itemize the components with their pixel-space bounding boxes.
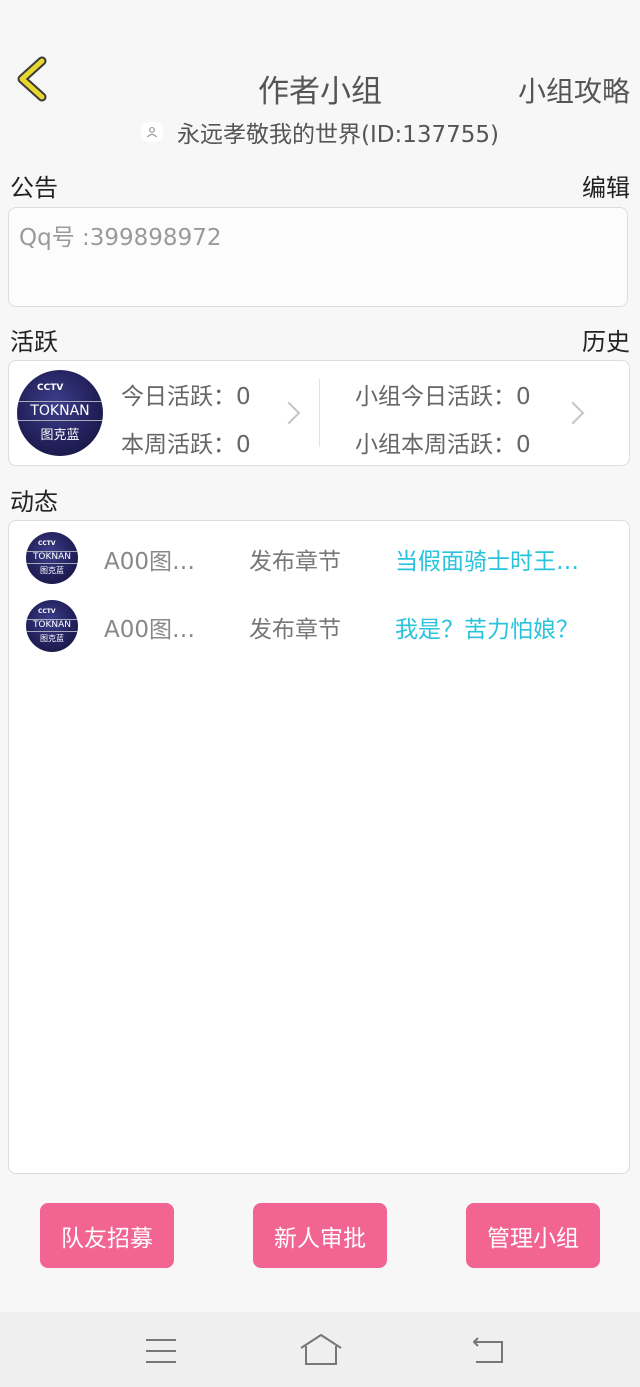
menu-icon[interactable] bbox=[144, 1336, 178, 1366]
chapter-link[interactable]: 当假面骑士时王… bbox=[395, 542, 579, 576]
edit-notice-button[interactable]: 编辑 bbox=[582, 168, 630, 203]
chevron-right-icon[interactable] bbox=[561, 401, 585, 425]
list-item[interactable]: CCTV TOKNAN 图克蓝 A00图… 发布章节 我是？苦力怕娘？ bbox=[9, 596, 629, 656]
chevron-right-icon[interactable] bbox=[277, 401, 301, 425]
chapter-link[interactable]: 我是？苦力怕娘？ bbox=[395, 610, 579, 644]
back-nav-icon[interactable] bbox=[470, 1334, 506, 1366]
user-icon bbox=[141, 121, 163, 143]
home-icon[interactable] bbox=[299, 1332, 343, 1368]
feed-label: 动态 bbox=[10, 488, 58, 516]
group-today-activity: 小组今日活跃：0 bbox=[355, 384, 531, 410]
notice-content: Qq号 :399898972 bbox=[19, 225, 222, 251]
activity-label: 活跃 bbox=[10, 328, 58, 356]
feed-action: 发布章节 bbox=[249, 549, 341, 575]
feed-user-name[interactable]: A00图… bbox=[104, 542, 195, 576]
recruit-button[interactable]: 队友招募 bbox=[40, 1203, 174, 1268]
feed-user-name[interactable]: A00图… bbox=[104, 610, 195, 644]
notice-box: Qq号 :399898972 bbox=[8, 207, 628, 307]
avatar: CCTV TOKNAN 图克蓝 bbox=[26, 600, 78, 652]
group-guide-link[interactable]: 小组攻略 bbox=[518, 70, 630, 110]
divider bbox=[319, 379, 320, 447]
notice-label: 公告 bbox=[10, 174, 58, 202]
manage-group-button[interactable]: 管理小组 bbox=[466, 1203, 600, 1268]
list-item[interactable]: CCTV TOKNAN 图克蓝 A00图… 发布章节 当假面骑士时王… bbox=[9, 528, 629, 588]
group-week-activity: 小组本周活跃：0 bbox=[355, 432, 531, 458]
approve-newcomer-button[interactable]: 新人审批 bbox=[253, 1203, 387, 1268]
avatar: CCTV TOKNAN 图克蓝 bbox=[26, 532, 78, 584]
history-button[interactable]: 历史 bbox=[582, 322, 630, 357]
feed-list: CCTV TOKNAN 图克蓝 A00图… 发布章节 当假面骑士时王… CCTV… bbox=[8, 520, 630, 1174]
today-activity: 今日活跃：0 bbox=[121, 384, 251, 410]
group-logo: CCTV TOKNAN 图克蓝 bbox=[17, 370, 103, 456]
group-owner-name: 永远孝敬我的世界(ID:137755) bbox=[177, 122, 499, 148]
week-activity: 本周活跃：0 bbox=[121, 432, 251, 458]
feed-action: 发布章节 bbox=[249, 617, 341, 643]
system-nav-bar bbox=[0, 1312, 640, 1387]
group-owner-row: 永远孝敬我的世界(ID:137755) bbox=[0, 108, 640, 156]
activity-card: CCTV TOKNAN 图克蓝 今日活跃：0 本周活跃：0 小组今日活跃：0 小… bbox=[8, 360, 630, 466]
